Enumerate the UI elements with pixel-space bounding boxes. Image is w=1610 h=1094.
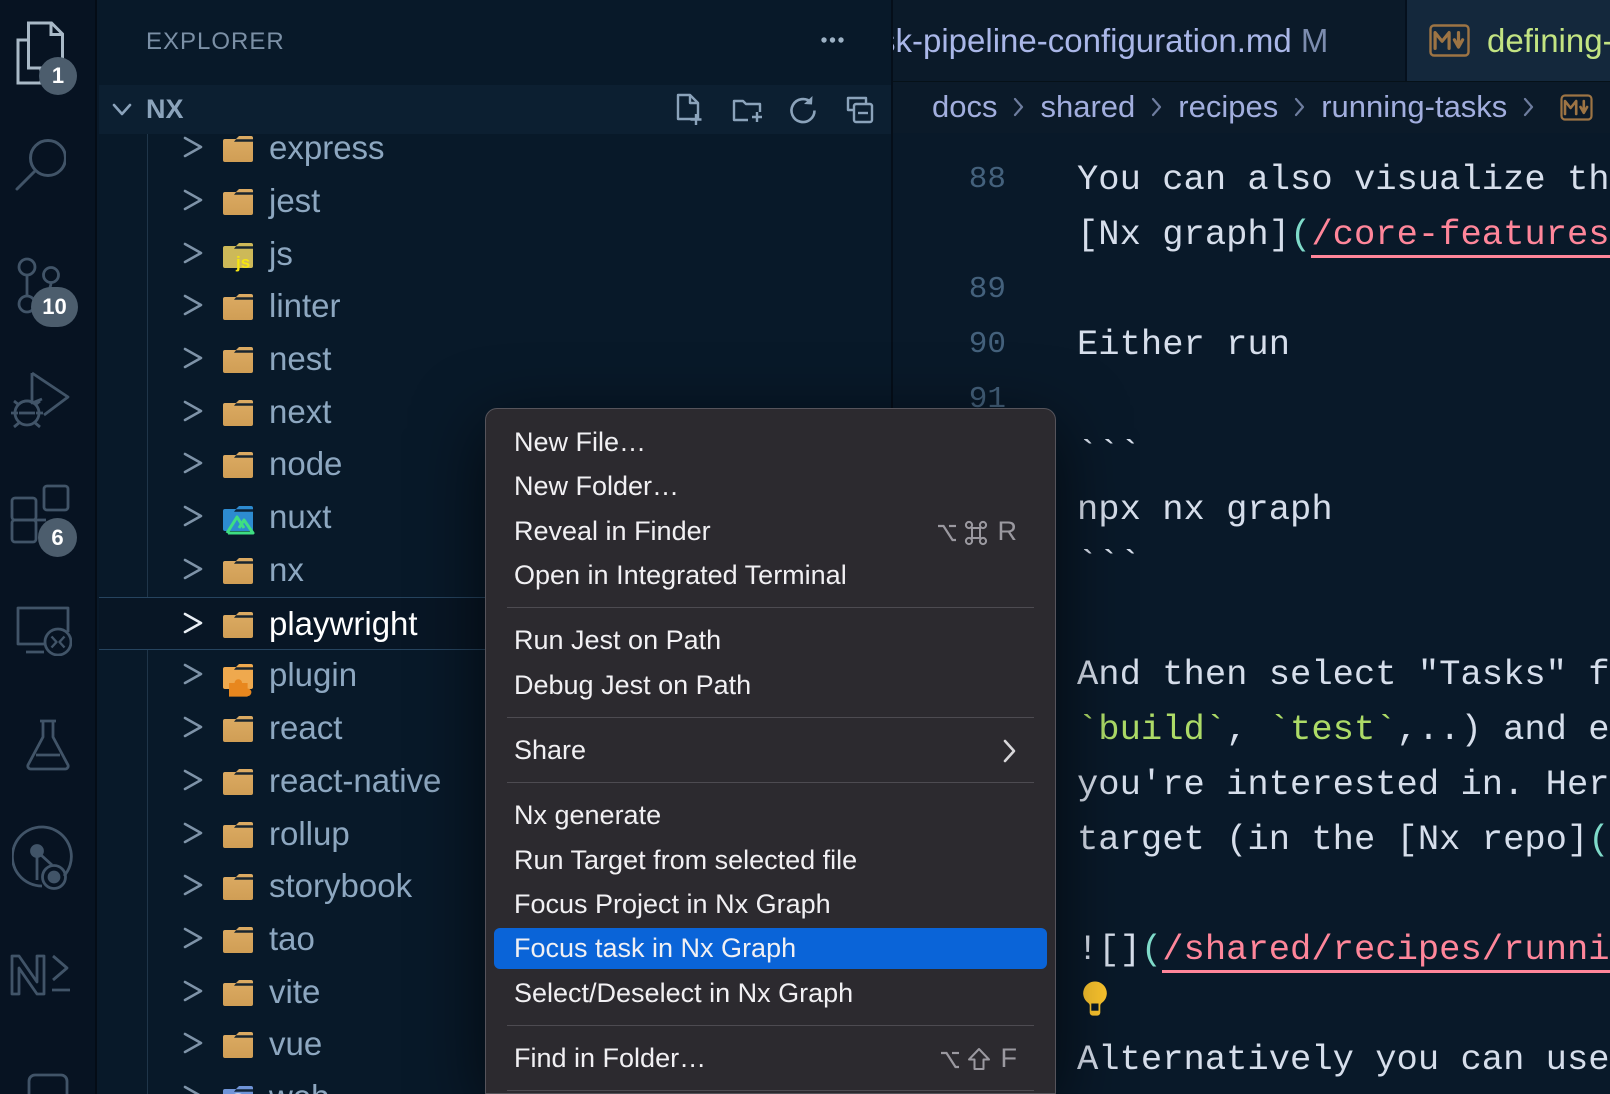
svg-text:js: js — [235, 253, 250, 272]
